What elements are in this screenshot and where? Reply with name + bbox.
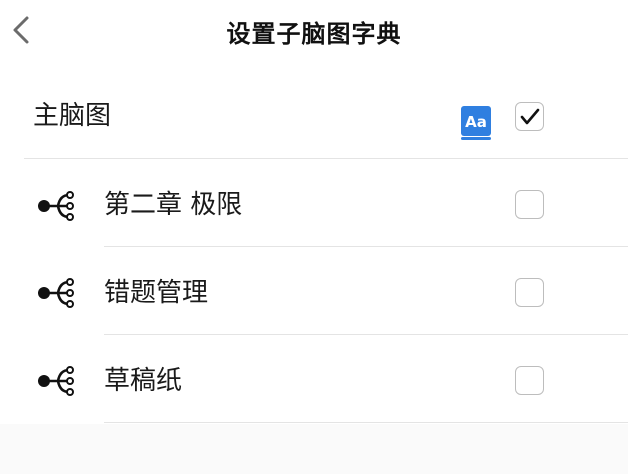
main-mindmap-row[interactable]: 主脑图 Aa xyxy=(0,72,628,160)
bottom-area xyxy=(0,424,628,474)
main-mindmap-label: 主脑图 xyxy=(33,101,112,131)
checkmark-icon xyxy=(520,108,539,124)
list-item-label: 草稿纸 xyxy=(104,366,183,396)
row-divider xyxy=(104,334,628,335)
mindmap-branch-icon xyxy=(38,366,74,396)
row-divider xyxy=(24,158,628,159)
list-item-checkbox[interactable] xyxy=(515,366,544,395)
list-item[interactable]: 错题管理 xyxy=(0,248,628,336)
page-title: 设置子脑图字典 xyxy=(226,20,402,48)
list-item-label: 错题管理 xyxy=(104,278,209,308)
dictionary-icon[interactable]: Aa xyxy=(460,105,492,141)
row-divider xyxy=(104,246,628,247)
list-item-checkbox[interactable] xyxy=(515,190,544,219)
row-divider xyxy=(104,422,628,423)
header: 设置子脑图字典 xyxy=(0,0,628,66)
list-item[interactable]: 第二章 极限 xyxy=(0,160,628,248)
list-item-label: 第二章 极限 xyxy=(104,190,243,220)
list-item-checkbox[interactable] xyxy=(515,278,544,307)
list-item[interactable]: 草稿纸 xyxy=(0,336,628,424)
main-mindmap-checkbox[interactable] xyxy=(515,102,544,131)
mindmap-branch-icon xyxy=(38,191,74,221)
svg-text:Aa: Aa xyxy=(465,113,487,131)
mindmap-branch-icon xyxy=(38,278,74,308)
